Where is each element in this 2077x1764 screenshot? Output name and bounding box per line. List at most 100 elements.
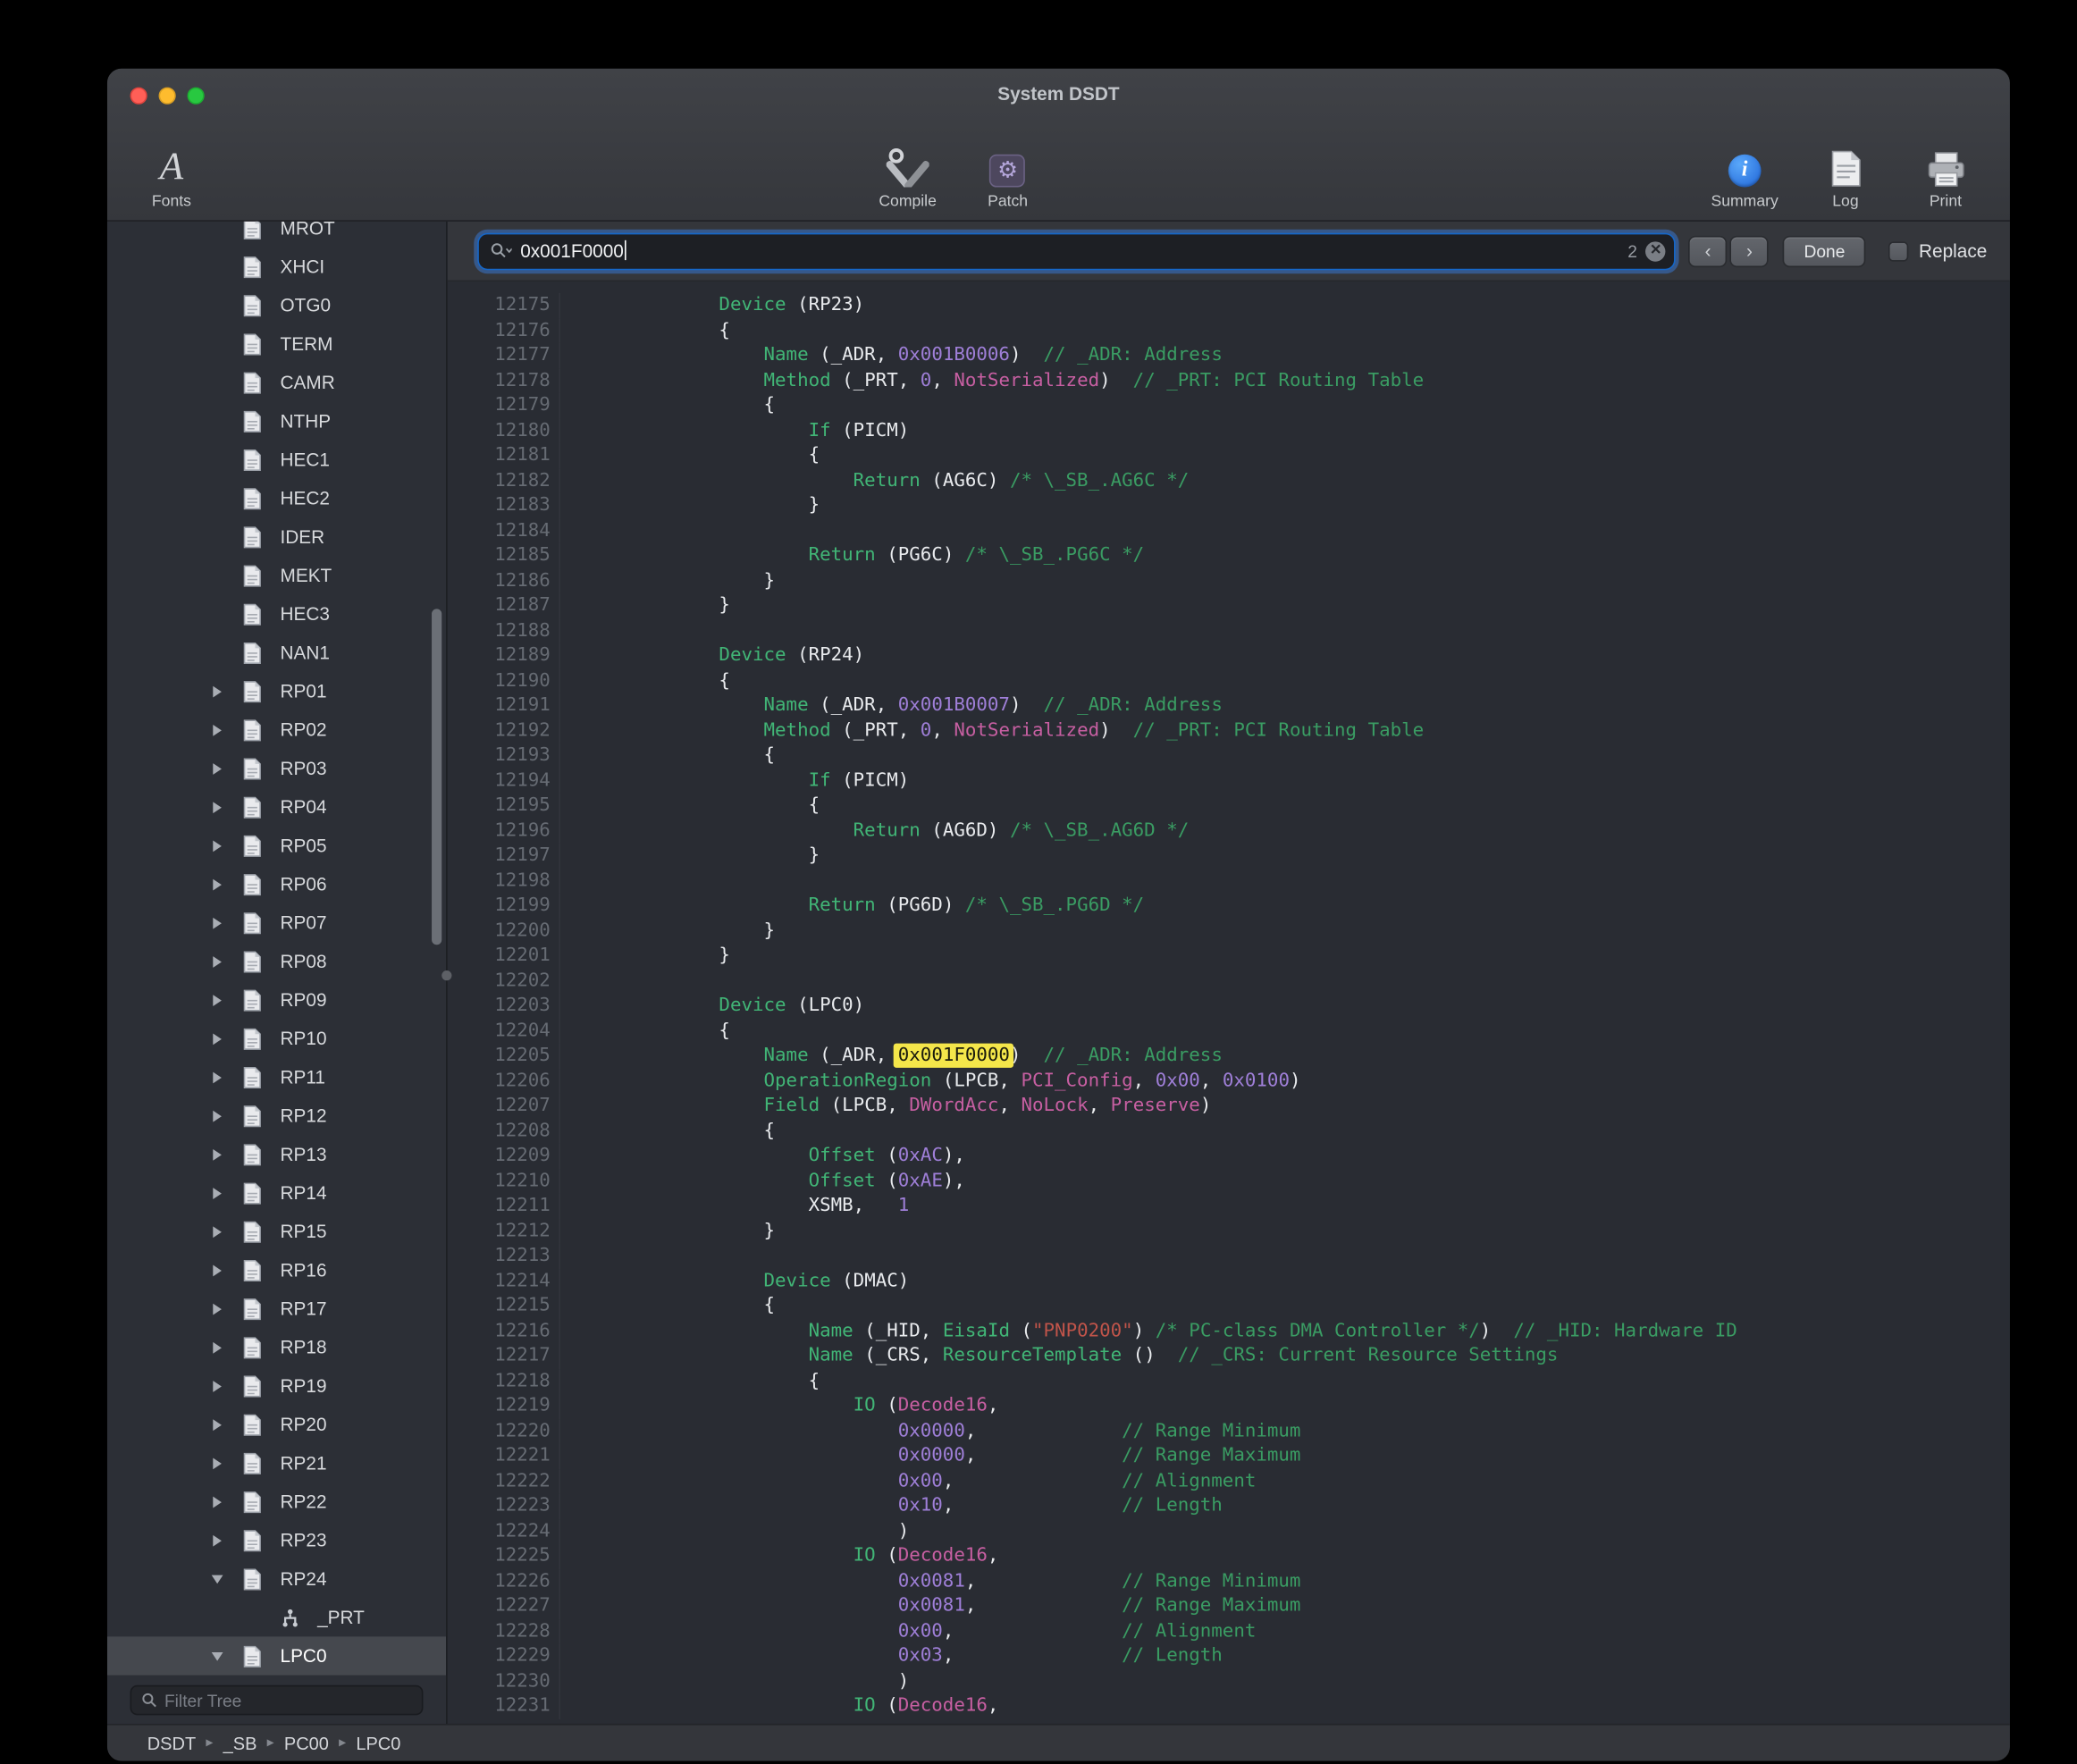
sidebar-item-rp15[interactable]: RP15 bbox=[107, 1212, 446, 1250]
code-line[interactable]: 12201 } bbox=[448, 944, 2010, 969]
disclosure-collapsed-icon[interactable] bbox=[207, 1491, 227, 1511]
sidebar-scrollbar-thumb[interactable] bbox=[432, 609, 441, 945]
replace-checkbox[interactable] bbox=[1888, 241, 1908, 261]
breadcrumb-item-lpc0[interactable]: LPC0 bbox=[356, 1733, 400, 1752]
code-line[interactable]: 12223 0x10, // Length bbox=[448, 1493, 2010, 1518]
code-line[interactable]: 12230 ) bbox=[448, 1668, 2010, 1693]
code-line[interactable]: 12189 Device (RP24) bbox=[448, 643, 2010, 668]
disclosure-collapsed-icon[interactable] bbox=[207, 1530, 227, 1550]
sidebar-item-rp13[interactable]: RP13 bbox=[107, 1135, 446, 1173]
sidebar-item-rp20[interactable]: RP20 bbox=[107, 1405, 446, 1443]
sidebar-item-rp18[interactable]: RP18 bbox=[107, 1328, 446, 1366]
compile-button[interactable]: Compile bbox=[875, 123, 941, 211]
sidebar-item-hec1[interactable]: HEC1 bbox=[107, 441, 446, 479]
sidebar-item-rp23[interactable]: RP23 bbox=[107, 1521, 446, 1559]
sidebar-item-rp14[interactable]: RP14 bbox=[107, 1173, 446, 1212]
disclosure-expanded-icon[interactable] bbox=[207, 1646, 227, 1666]
sidebar-item-rp06[interactable]: RP06 bbox=[107, 865, 446, 903]
disclosure-collapsed-icon[interactable] bbox=[207, 836, 227, 855]
done-button[interactable]: Done bbox=[1783, 235, 1866, 266]
code-line[interactable]: 12231 IO (Decode16, bbox=[448, 1693, 2010, 1718]
code-line[interactable]: 12179 { bbox=[448, 393, 2010, 418]
code-line[interactable]: 12190 { bbox=[448, 668, 2010, 693]
code-line[interactable]: 12187 } bbox=[448, 593, 2010, 618]
disclosure-collapsed-icon[interactable] bbox=[207, 719, 227, 739]
code-line[interactable]: 12220 0x0000, // Range Minimum bbox=[448, 1419, 2010, 1444]
sidebar-item-rp02[interactable]: RP02 bbox=[107, 710, 446, 749]
disclosure-collapsed-icon[interactable] bbox=[207, 1337, 227, 1357]
code-line[interactable]: 12219 IO (Decode16, bbox=[448, 1394, 2010, 1419]
code-line[interactable]: 12184 bbox=[448, 518, 2010, 543]
code-line[interactable]: 12192 Method (_PRT, 0, NotSerialized) //… bbox=[448, 718, 2010, 743]
code-line[interactable]: 12218 { bbox=[448, 1369, 2010, 1394]
sidebar-item-rp19[interactable]: RP19 bbox=[107, 1366, 446, 1405]
next-match-button[interactable]: › bbox=[1730, 235, 1769, 266]
code-line[interactable]: 12191 Name (_ADR, 0x001B0007) // _ADR: A… bbox=[448, 693, 2010, 718]
disclosure-collapsed-icon[interactable] bbox=[207, 1144, 227, 1163]
sidebar-item-rp24[interactable]: RP24 bbox=[107, 1559, 446, 1598]
disclosure-collapsed-icon[interactable] bbox=[207, 1029, 227, 1048]
code-line[interactable]: 12217 Name (_CRS, ResourceTemplate () //… bbox=[448, 1344, 2010, 1369]
sidebar-item-rp04[interactable]: RP04 bbox=[107, 787, 446, 826]
code-line[interactable]: 12211 XSMB, 1 bbox=[448, 1194, 2010, 1219]
disclosure-collapsed-icon[interactable] bbox=[207, 1067, 227, 1087]
disclosure-collapsed-icon[interactable] bbox=[207, 759, 227, 778]
code-line[interactable]: 12176 { bbox=[448, 318, 2010, 343]
disclosure-collapsed-icon[interactable] bbox=[207, 1453, 227, 1473]
disclosure-collapsed-icon[interactable] bbox=[207, 1105, 227, 1125]
code-line[interactable]: 12181 { bbox=[448, 443, 2010, 468]
sidebar-item-otg0[interactable]: OTG0 bbox=[107, 286, 446, 324]
code-line[interactable]: 12198 bbox=[448, 869, 2010, 894]
patch-button[interactable]: ⚙ Patch bbox=[975, 123, 1041, 211]
disclosure-collapsed-icon[interactable] bbox=[207, 1298, 227, 1318]
summary-button[interactable]: i Summary bbox=[1711, 123, 1778, 211]
code-line[interactable]: 12209 Offset (0xAC), bbox=[448, 1144, 2010, 1169]
code-line[interactable]: 12206 OperationRegion (LPCB, PCI_Config,… bbox=[448, 1069, 2010, 1094]
code-line[interactable]: 12213 bbox=[448, 1244, 2010, 1269]
find-input[interactable]: 0x001F0000 2 ✕ bbox=[479, 234, 1675, 268]
sidebar-item-rp09[interactable]: RP09 bbox=[107, 980, 446, 1019]
disclosure-collapsed-icon[interactable] bbox=[207, 1183, 227, 1203]
sidebar-item-camr[interactable]: CAMR bbox=[107, 363, 446, 401]
code-line[interactable]: 12227 0x0081, // Range Maximum bbox=[448, 1593, 2010, 1618]
code-line[interactable]: 12226 0x0081, // Range Minimum bbox=[448, 1568, 2010, 1593]
sidebar-item-rp10[interactable]: RP10 bbox=[107, 1019, 446, 1057]
sidebar-item-hec2[interactable]: HEC2 bbox=[107, 479, 446, 517]
print-button[interactable]: Print bbox=[1913, 123, 1979, 211]
sidebar-item-rp01[interactable]: RP01 bbox=[107, 672, 446, 710]
code-line[interactable]: 12208 { bbox=[448, 1119, 2010, 1144]
sidebar-item-ider[interactable]: IDER bbox=[107, 517, 446, 556]
code-line[interactable]: 12177 Name (_ADR, 0x001B0006) // _ADR: A… bbox=[448, 343, 2010, 368]
disclosure-collapsed-icon[interactable] bbox=[207, 797, 227, 817]
code-line[interactable]: 12196 Return (AG6D) /* \_SB_.AG6D */ bbox=[448, 819, 2010, 844]
code-line[interactable]: 12215 { bbox=[448, 1294, 2010, 1319]
disclosure-expanded-icon[interactable] bbox=[207, 1568, 227, 1588]
sidebar-item-rp08[interactable]: RP08 bbox=[107, 942, 446, 980]
code-line[interactable]: 12203 Device (LPC0) bbox=[448, 994, 2010, 1019]
fonts-button[interactable]: A Fonts bbox=[139, 123, 205, 211]
disclosure-collapsed-icon[interactable] bbox=[207, 681, 227, 701]
sidebar-item-rp05[interactable]: RP05 bbox=[107, 827, 446, 865]
sidebar-item-lpc0[interactable]: LPC0 bbox=[107, 1636, 446, 1675]
code-line[interactable]: 12229 0x03, // Length bbox=[448, 1643, 2010, 1668]
sidebar-item-term[interactable]: TERM bbox=[107, 324, 446, 363]
sidebar-item-rp03[interactable]: RP03 bbox=[107, 749, 446, 787]
code-line[interactable]: 12204 { bbox=[448, 1019, 2010, 1044]
code-line[interactable]: 12216 Name (_HID, EisaId ("PNP0200") /* … bbox=[448, 1319, 2010, 1344]
disclosure-collapsed-icon[interactable] bbox=[207, 874, 227, 894]
code-line[interactable]: 12210 Offset (0xAE), bbox=[448, 1169, 2010, 1194]
pane-splitter-handle[interactable] bbox=[441, 970, 451, 980]
code-line[interactable]: 12183 } bbox=[448, 493, 2010, 518]
sidebar-item-nan1[interactable]: NAN1 bbox=[107, 634, 446, 672]
code-line[interactable]: 12205 Name (_ADR, 0x001F0000) // _ADR: A… bbox=[448, 1044, 2010, 1069]
log-button[interactable]: Log bbox=[1812, 123, 1879, 211]
sidebar-item-rp16[interactable]: RP16 bbox=[107, 1251, 446, 1289]
code-line[interactable]: 12222 0x00, // Alignment bbox=[448, 1468, 2010, 1493]
disclosure-collapsed-icon[interactable] bbox=[207, 1222, 227, 1241]
code-line[interactable]: 12194 If (PICM) bbox=[448, 769, 2010, 794]
sidebar-item-rp12[interactable]: RP12 bbox=[107, 1096, 446, 1135]
clear-search-icon[interactable]: ✕ bbox=[1645, 241, 1665, 261]
sidebar-item-rp07[interactable]: RP07 bbox=[107, 903, 446, 942]
disclosure-collapsed-icon[interactable] bbox=[207, 1376, 227, 1396]
code-line[interactable]: 12182 Return (AG6C) /* \_SB_.AG6C */ bbox=[448, 468, 2010, 493]
